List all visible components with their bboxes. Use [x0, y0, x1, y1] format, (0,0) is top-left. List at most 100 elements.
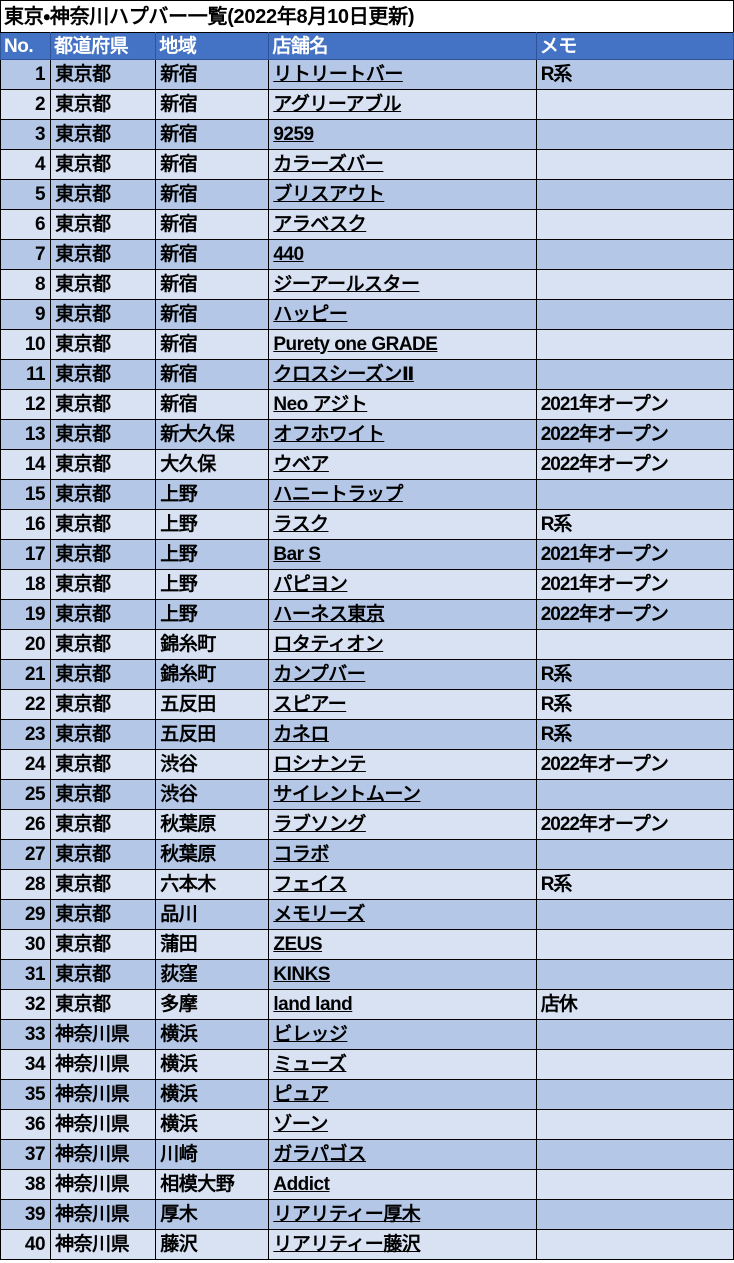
shop-name-link[interactable]: ハッピー — [273, 304, 348, 325]
table-row[interactable]: 33 神奈川県 横浜 ビレッジ — [0, 1019, 734, 1050]
cell-area[interactable]: 新宿 — [155, 269, 270, 300]
cell-memo[interactable] — [535, 149, 734, 180]
shop-name-link[interactable]: land land — [273, 994, 352, 1015]
cell-pref[interactable]: 東京都 — [50, 299, 157, 330]
cell-no[interactable]: 12 — [0, 389, 52, 420]
cell-no[interactable]: 28 — [0, 869, 52, 900]
cell-area[interactable]: 相模大野 — [155, 1169, 270, 1200]
cell-area[interactable]: 藤沢 — [155, 1229, 270, 1260]
cell-no[interactable]: 20 — [0, 629, 52, 660]
table-row[interactable]: 30 東京都 蒲田 ZEUS — [0, 929, 734, 960]
shop-name-link[interactable]: ロタティオン — [273, 634, 383, 655]
cell-no[interactable]: 14 — [0, 449, 52, 480]
table-row[interactable]: 16 東京都 上野 ラスク R系 — [0, 509, 734, 540]
cell-shop[interactable]: ハニートラップ — [268, 479, 537, 510]
table-row[interactable]: 29 東京都 品川 メモリーズ — [0, 899, 734, 930]
cell-shop[interactable]: カラーズバー — [268, 149, 537, 180]
cell-memo[interactable]: R系 — [535, 659, 734, 690]
cell-shop[interactable]: カンプバー — [268, 659, 537, 690]
cell-memo[interactable]: 2021年オープン — [535, 569, 734, 600]
table-row[interactable]: 26 東京都 秋葉原 ラブソング 2022年オープン — [0, 809, 734, 840]
cell-pref[interactable]: 東京都 — [50, 569, 157, 600]
cell-shop[interactable]: スピアー — [268, 689, 537, 720]
cell-memo[interactable]: 2022年オープン — [535, 809, 734, 840]
cell-memo[interactable] — [535, 1079, 734, 1110]
table-row[interactable]: 17 東京都 上野 Bar S 2021年オープン — [0, 539, 734, 570]
shop-name-link[interactable]: 9259 — [273, 124, 314, 145]
shop-name-link[interactable]: リアリティー厚木 — [273, 1204, 420, 1225]
cell-no[interactable]: 33 — [0, 1019, 52, 1050]
cell-area[interactable]: 大久保 — [155, 449, 270, 480]
cell-area[interactable]: 品川 — [155, 899, 270, 930]
shop-name-link[interactable]: KINKS — [273, 964, 330, 985]
cell-memo[interactable]: 店休 — [535, 989, 734, 1020]
table-row[interactable]: 37 神奈川県 川崎 ガラパゴス — [0, 1139, 734, 1170]
table-row[interactable]: 15 東京都 上野 ハニートラップ — [0, 479, 734, 510]
cell-memo[interactable] — [535, 179, 734, 210]
cell-shop[interactable]: メモリーズ — [268, 899, 537, 930]
cell-pref[interactable]: 神奈川県 — [50, 1019, 157, 1050]
shop-name-link[interactable]: カンプバー — [273, 664, 365, 685]
cell-pref[interactable]: 東京都 — [50, 419, 157, 450]
shop-name-link[interactable]: Addict — [273, 1174, 330, 1195]
cell-no[interactable]: 35 — [0, 1079, 52, 1110]
cell-memo[interactable] — [535, 89, 734, 120]
shop-name-link[interactable]: アラベスク — [273, 214, 366, 235]
table-row[interactable]: 20 東京都 錦糸町 ロタティオン — [0, 629, 734, 660]
cell-pref[interactable]: 東京都 — [50, 659, 157, 690]
cell-no[interactable]: 8 — [0, 269, 52, 300]
table-row[interactable]: 9 東京都 新宿 ハッピー — [0, 299, 734, 330]
shop-name-link[interactable]: カラーズバー — [273, 154, 384, 175]
cell-memo[interactable]: R系 — [535, 509, 734, 540]
cell-area[interactable]: 新宿 — [155, 239, 270, 270]
cell-memo[interactable]: 2021年オープン — [535, 389, 734, 420]
cell-shop[interactable]: ラブソング — [268, 809, 537, 840]
cell-no[interactable]: 9 — [0, 299, 52, 330]
cell-memo[interactable] — [535, 959, 734, 990]
cell-area[interactable]: 上野 — [155, 479, 270, 510]
cell-no[interactable]: 40 — [0, 1229, 52, 1260]
cell-memo[interactable] — [535, 269, 734, 300]
cell-shop[interactable]: Purety one GRADE — [268, 329, 537, 360]
cell-shop[interactable]: パピヨン — [268, 569, 537, 600]
cell-pref[interactable]: 神奈川県 — [50, 1079, 157, 1110]
cell-shop[interactable]: ロシナンテ — [268, 749, 537, 780]
cell-memo[interactable] — [535, 239, 734, 270]
cell-area[interactable]: 多摩 — [155, 989, 270, 1020]
table-row[interactable]: 24 東京都 渋谷 ロシナンテ 2022年オープン — [0, 749, 734, 780]
cell-shop[interactable]: ZEUS — [268, 929, 537, 960]
cell-no[interactable]: 29 — [0, 899, 52, 930]
cell-no[interactable]: 15 — [0, 479, 52, 510]
cell-area[interactable]: 川崎 — [155, 1139, 270, 1170]
shop-name-link[interactable]: ビレッジ — [273, 1024, 348, 1045]
cell-area[interactable]: 錦糸町 — [155, 659, 270, 690]
cell-shop[interactable]: サイレントムーン — [268, 779, 537, 810]
cell-memo[interactable] — [535, 1139, 734, 1170]
cell-shop[interactable]: Addict — [268, 1169, 537, 1200]
cell-memo[interactable] — [535, 479, 734, 510]
cell-area[interactable]: 横浜 — [155, 1049, 270, 1080]
shop-name-link[interactable]: ピュア — [273, 1084, 329, 1105]
table-row[interactable]: 1 東京都 新宿 リトリートバー R系 — [0, 59, 734, 90]
cell-no[interactable]: 37 — [0, 1139, 52, 1170]
cell-memo[interactable] — [535, 929, 734, 960]
shop-name-link[interactable]: 440 — [273, 244, 304, 265]
cell-no[interactable]: 22 — [0, 689, 52, 720]
cell-pref[interactable]: 東京都 — [50, 329, 157, 360]
cell-area[interactable]: 新宿 — [155, 89, 270, 120]
cell-memo[interactable]: 2021年オープン — [535, 539, 734, 570]
cell-no[interactable]: 23 — [0, 719, 52, 750]
table-row[interactable]: 35 神奈川県 横浜 ピュア — [0, 1079, 734, 1110]
shop-name-link[interactable]: アグリーアブル — [273, 94, 401, 115]
shop-name-link[interactable]: ハーネス東京 — [273, 604, 385, 625]
table-row[interactable]: 31 東京都 荻窪 KINKS — [0, 959, 734, 990]
cell-pref[interactable]: 東京都 — [50, 689, 157, 720]
cell-pref[interactable]: 東京都 — [50, 479, 157, 510]
cell-no[interactable]: 34 — [0, 1049, 52, 1080]
cell-no[interactable]: 4 — [0, 149, 52, 180]
cell-pref[interactable]: 東京都 — [50, 899, 157, 930]
cell-area[interactable]: 新宿 — [155, 179, 270, 210]
cell-pref[interactable]: 神奈川県 — [50, 1199, 157, 1230]
cell-pref[interactable]: 東京都 — [50, 119, 157, 150]
cell-pref[interactable]: 東京都 — [50, 779, 157, 810]
